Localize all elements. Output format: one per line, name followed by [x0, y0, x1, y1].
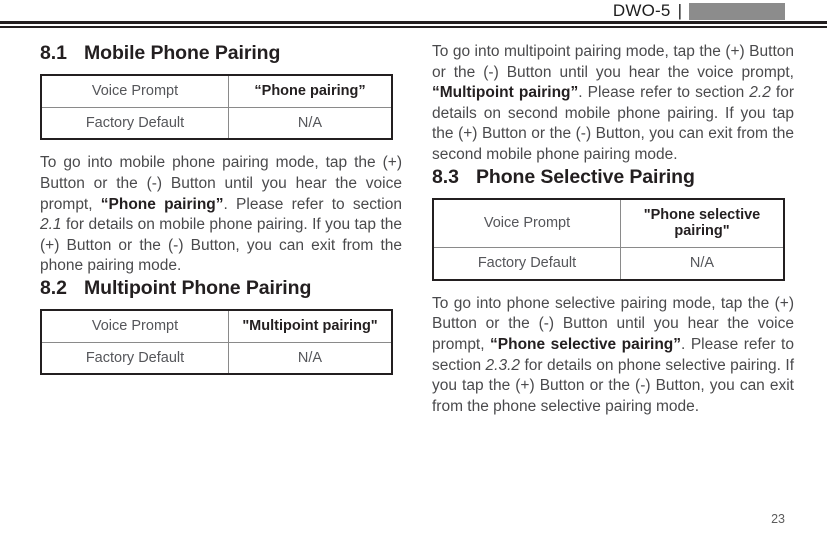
table-row: Voice Prompt “Phone pairing” [41, 75, 392, 108]
body-section-reference: 2.1 [40, 216, 62, 234]
section-number-8-3: 8.3 [432, 165, 459, 188]
section-title-8-1: Mobile Phone Pairing [84, 42, 281, 64]
table-row: Factory Default N/A [41, 106, 392, 140]
voice-prompt-value: “Phone pairing” [228, 75, 392, 108]
table-row: Voice Prompt "Multipoint pairing" [41, 310, 392, 343]
body-bold-phrase: “Phone selective pairing” [490, 335, 682, 353]
body-section-reference: 2.2 [749, 84, 771, 102]
header-rule-thin [0, 26, 827, 28]
page-header: DWO-5 | [0, 0, 827, 30]
body-bold-phrase: “Multipoint pairing” [432, 84, 579, 102]
section-heading-8-2: 8.2 Multipoint Phone Pairing [40, 277, 402, 300]
page-number: 23 [771, 512, 785, 526]
factory-default-label: Factory Default [41, 341, 229, 375]
section-heading-8-1: 8.1 Mobile Phone Pairing [40, 42, 402, 65]
section-number-8-2: 8.2 [40, 277, 67, 299]
section-title-8-3: Phone Selective Pairing [476, 165, 695, 188]
section-body-8-2: To go into multipoint pairing mode, tap … [432, 42, 794, 166]
body-part-2: . Please refer to section [223, 195, 402, 213]
body-section-reference: 2.3.2 [485, 356, 521, 374]
spec-table-8-2: Voice Prompt "Multipoint pairing" Factor… [40, 309, 393, 376]
section-title-8-2: Multipoint Phone Pairing [84, 277, 312, 299]
header-identifier-group: DWO-5 | [613, 1, 785, 21]
body-part-3: for details on mobile phone pairing. If … [40, 216, 402, 275]
body-part-2: . Please refer to section [578, 84, 750, 102]
section-number-8-1: 8.1 [40, 42, 67, 64]
factory-default-value: N/A [228, 106, 392, 140]
header-rule-thick [0, 21, 827, 24]
body-bold-phrase: “Phone pairing” [100, 195, 224, 213]
table-row: Factory Default N/A [41, 341, 392, 375]
header-separator: | [677, 1, 682, 20]
voice-prompt-value: "Phone selective pairing" [620, 198, 784, 248]
spec-table-8-3: Voice Prompt "Phone selective pairing" F… [432, 197, 785, 281]
factory-default-label: Factory Default [41, 106, 229, 140]
section-body-8-1: To go into mobile phone pairing mode, ta… [40, 153, 402, 277]
voice-prompt-label: Voice Prompt [433, 198, 621, 248]
left-column: 8.1 Mobile Phone Pairing Voice Prompt “Ph… [40, 42, 402, 379]
table-row: Factory Default N/A [433, 246, 784, 280]
right-column: To go into multipoint pairing mode, tap … [432, 42, 794, 417]
header-model-name: DWO-5 [612, 1, 671, 20]
factory-default-label: Factory Default [433, 246, 621, 280]
voice-prompt-label: Voice Prompt [41, 75, 229, 108]
header-redacted-block [689, 2, 785, 20]
section-heading-8-3: 8.3 Phone Selective Pairing [432, 166, 794, 189]
voice-prompt-label: Voice Prompt [41, 310, 229, 343]
spec-table-8-1: Voice Prompt “Phone pairing” Factory Def… [40, 74, 393, 141]
factory-default-value: N/A [620, 246, 784, 280]
table-row: Voice Prompt "Phone selective pairing" [433, 198, 784, 248]
section-body-8-3: To go into phone selective pairing mode,… [432, 294, 794, 418]
body-part-1: To go into multipoint pairing mode, tap … [432, 43, 794, 81]
factory-default-value: N/A [228, 341, 392, 375]
voice-prompt-value: "Multipoint pairing" [228, 310, 392, 343]
